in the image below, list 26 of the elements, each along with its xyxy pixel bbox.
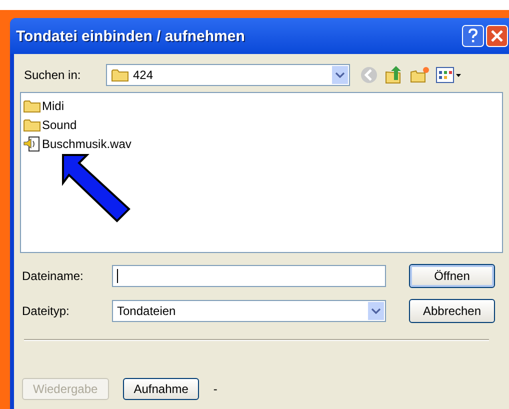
cancel-button[interactable]: Abbrechen xyxy=(409,299,495,323)
file-type-label: Dateityp: xyxy=(21,304,70,318)
open-button[interactable]: Öffnen xyxy=(409,264,495,288)
up-folder-icon[interactable] xyxy=(384,65,404,85)
look-in-label: Suchen in: xyxy=(23,68,82,82)
status-text: - xyxy=(213,382,218,396)
record-button[interactable]: Aufnahme xyxy=(122,378,200,400)
folder-icon xyxy=(23,118,41,132)
folder-icon xyxy=(23,98,41,112)
close-icon[interactable] xyxy=(486,25,508,47)
view-menu-icon[interactable] xyxy=(436,67,462,83)
file-item[interactable]: Midi xyxy=(23,96,64,115)
chevron-down-icon[interactable] xyxy=(335,72,345,78)
file-name-label: Dateiname: xyxy=(21,269,84,283)
file-name-field[interactable] xyxy=(112,265,386,287)
new-folder-icon[interactable] xyxy=(410,66,430,84)
folder-icon xyxy=(111,68,129,82)
help-icon[interactable] xyxy=(462,25,484,47)
file-type-dropdown[interactable]: Tondateien xyxy=(112,300,386,322)
audio-file-icon xyxy=(23,136,41,152)
file-item[interactable]: Sound xyxy=(23,115,77,134)
pointer-arrow xyxy=(61,153,131,223)
look-in-dropdown[interactable]: 424 xyxy=(106,64,350,86)
window-title: Tondatei einbinden / aufnehmen xyxy=(16,28,245,44)
chevron-down-icon[interactable] xyxy=(371,308,381,314)
file-item[interactable]: Buschmusik.wav xyxy=(23,134,132,153)
